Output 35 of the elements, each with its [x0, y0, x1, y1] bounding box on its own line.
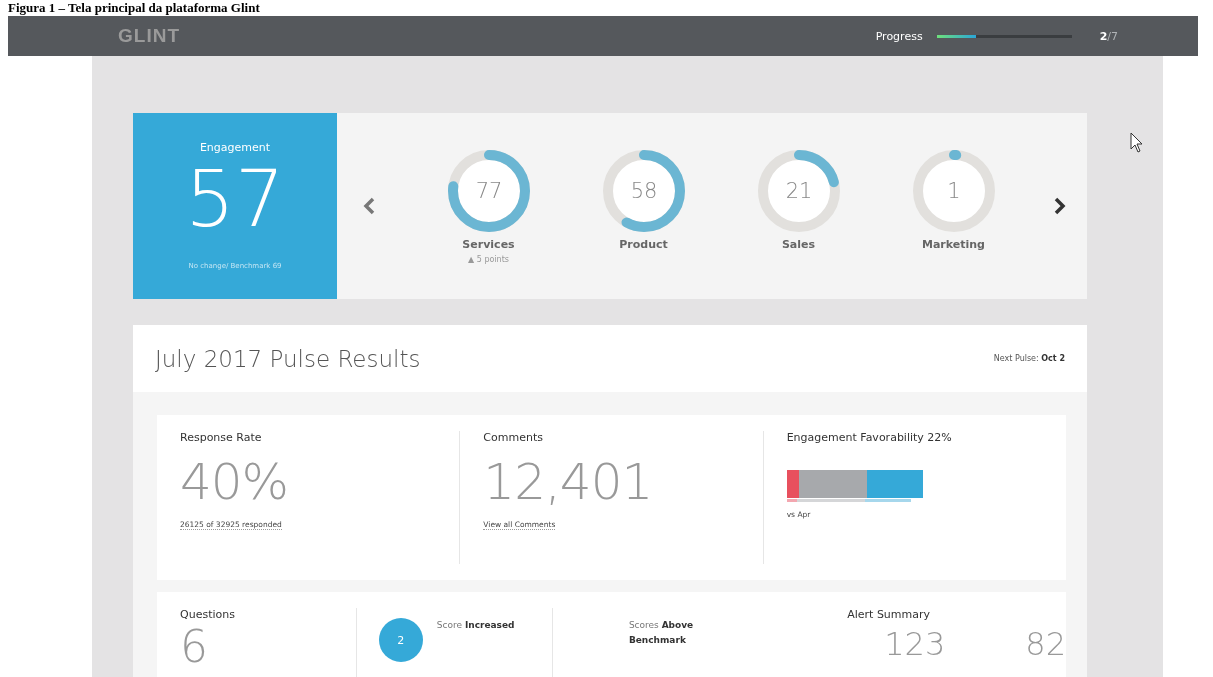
questions-count: 6 — [180, 621, 209, 672]
alert-count: 123 — [884, 625, 946, 663]
alert-label: Alert Summary — [847, 608, 932, 621]
stat-label: Response Rate — [180, 431, 263, 444]
stat-value: 40% — [180, 452, 290, 512]
score-ring: 58 — [600, 148, 687, 234]
engagement-label: Engagement — [199, 141, 271, 154]
logo: GLINT — [118, 25, 180, 47]
alert-count: 82 — [1025, 625, 1066, 663]
progress-label: Progress — [875, 29, 923, 43]
pointer-icon — [1130, 132, 1144, 154]
benchmark-label: Scores Above Benchmark — [628, 619, 695, 647]
previous-button[interactable] — [362, 196, 376, 216]
chevron-left-icon — [362, 196, 376, 216]
score-ring: 21 — [755, 148, 842, 234]
stat-value: 12,401 — [483, 452, 654, 512]
stat-label: Comments — [483, 431, 544, 444]
figure-caption: Figura 1 – Tela principal da plataforma Glint — [8, 0, 260, 15]
count-badge: 2 — [378, 618, 423, 662]
group-name: Sales — [781, 238, 816, 251]
engagement-score: 57 — [185, 154, 285, 244]
group-name: Services — [462, 238, 515, 251]
progress-count: 2/7 — [1099, 29, 1118, 43]
next-button[interactable] — [1053, 196, 1067, 216]
increased-label: Score Increased — [436, 619, 516, 632]
next-pulse: Next Pulse: Oct 2 — [993, 354, 1065, 363]
chevron-right-icon — [1053, 196, 1067, 216]
group-name: Marketing — [922, 238, 985, 251]
group-name: Product — [619, 238, 668, 251]
group-change: ▲ 5 points — [468, 255, 509, 264]
questions-label: Questions — [180, 608, 236, 621]
results-title: July 2017 Pulse Results — [155, 345, 421, 372]
score-ring: 1 — [910, 148, 997, 234]
score-ring: 77 — [445, 148, 532, 234]
stat-label: Engagement Favorability 22% — [786, 431, 953, 444]
